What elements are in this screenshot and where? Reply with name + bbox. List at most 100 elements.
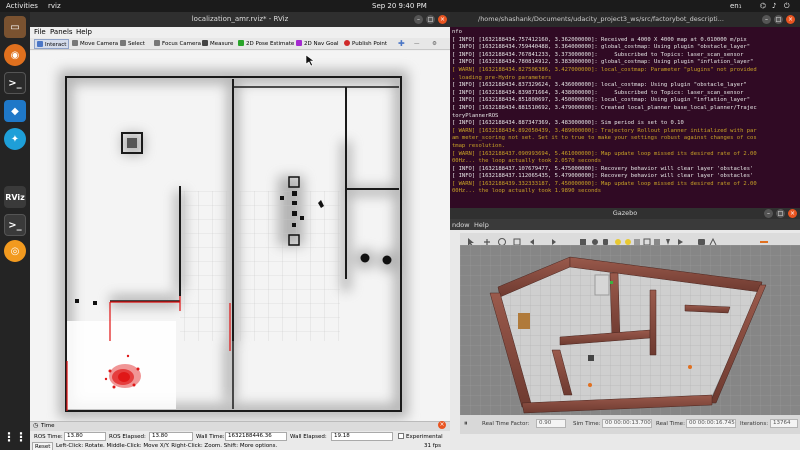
time-panel-header: ◷ Time × xyxy=(30,421,450,431)
dock: ▭ ◉ >_ ◆ ✦ RViz >_ ◎ ⋮⋮ xyxy=(0,12,30,450)
time-panel-title: Time xyxy=(41,423,55,429)
gazebo-minimize-icon[interactable]: – xyxy=(764,209,773,218)
map-grid xyxy=(180,191,340,341)
gazebo-scene[interactable] xyxy=(460,245,800,415)
terminal-window[interactable]: /home/shashank/Documents/udacity_project… xyxy=(450,12,800,208)
sim-time-label: Sim Time: xyxy=(573,421,601,427)
map-canvas[interactable] xyxy=(30,51,450,421)
nav-goal-tool[interactable]: 2D Nav Goal xyxy=(296,39,339,49)
wall-elapsed-field[interactable]: 19.18 xyxy=(331,432,393,441)
plus-icon[interactable]: ✚ xyxy=(398,39,405,49)
shelf-object xyxy=(594,274,610,296)
terminal-output: nfo[ INFO] [1632188434.757412160, 3.3620… xyxy=(452,29,798,196)
terminal-minimize-icon[interactable]: – xyxy=(762,15,771,24)
rviz-titlebar[interactable]: localization_amr.rviz* - RViz – □ × xyxy=(30,12,450,27)
rviz-toolbar: Interact Move Camera Select Focus Camera… xyxy=(30,38,450,50)
terminal-icon[interactable]: >_ xyxy=(4,72,26,94)
gazebo-menubar: ndow Help xyxy=(450,219,800,230)
sim-time-value: 00 00:00:13.700 xyxy=(602,419,652,428)
rviz-title: localization_amr.rviz* - RViz xyxy=(191,15,289,23)
terminal-line: [ WARN] [1632188434.892050439, 3.4890000… xyxy=(452,127,757,134)
clock[interactable]: Sep 20 9:40 PM xyxy=(372,2,427,10)
terminal-window-icon[interactable]: >_ xyxy=(4,214,26,236)
map-viewport[interactable] xyxy=(30,51,450,421)
select-tool[interactable]: Select xyxy=(120,39,145,49)
publish-point-tool[interactable]: Publish Point xyxy=(344,39,387,49)
menu-panels[interactable]: Panels xyxy=(50,28,73,36)
cone-object xyxy=(588,383,592,387)
gazebo-scene-canvas[interactable] xyxy=(460,245,800,415)
clock-icon: ◷ xyxy=(33,422,39,429)
terminal-line: [ INFO] [1632188434.837329624, 3.4360000… xyxy=(452,82,747,89)
terminal-line: toryPlannerROS xyxy=(452,112,499,119)
keyboard-layout-indicator[interactable]: en₁ xyxy=(730,2,742,10)
ros-elapsed-field[interactable]: 13.80 xyxy=(149,432,193,441)
wall-elapsed-label: Wall Elapsed: xyxy=(290,434,327,440)
volume-icon[interactable]: ♪ xyxy=(772,2,776,10)
terminal-line: , loading pre-Hydro parameters xyxy=(452,74,552,81)
rtf-label: Real Time Factor: xyxy=(482,421,530,427)
power-icon[interactable]: ⏻ xyxy=(784,2,790,11)
ros-time-field[interactable]: 13.80 xyxy=(64,432,106,441)
experimental-label: Experimental xyxy=(406,434,443,440)
menu-file[interactable]: File xyxy=(34,28,46,36)
terminal-line: [ INFO] [1632188434.881510692, 3.4790000… xyxy=(452,104,757,111)
pause-icon[interactable]: ⏸ xyxy=(464,419,468,428)
fps-counter: 31 fps xyxy=(424,443,442,449)
gazebo-statusbar: ⏸ Real Time Factor: 0.90 Sim Time: 00 00… xyxy=(460,415,800,434)
time-panel-close-icon[interactable]: × xyxy=(438,421,446,429)
terminal-close-icon[interactable]: × xyxy=(786,15,795,24)
pose-estimate-tool[interactable]: 2D Pose Estimate xyxy=(238,39,294,49)
gazebo-toolbar xyxy=(460,233,800,247)
terminal-line: [ INFO] [1632188437.107679477, 5.4750000… xyxy=(452,165,754,172)
maximize-icon[interactable]: □ xyxy=(426,15,435,24)
real-time-label: Real Time: xyxy=(656,421,685,427)
gazebo-maximize-icon[interactable]: □ xyxy=(776,209,785,218)
settings-icon[interactable]: ✦ xyxy=(4,128,26,150)
menu-help[interactable]: Help xyxy=(76,28,92,36)
terminal-line: [ INFO] [1632188437.112065435, 5.4790000… xyxy=(452,173,754,180)
move-camera-tool[interactable]: Move Camera xyxy=(72,39,118,49)
reset-button[interactable]: Reset xyxy=(32,442,54,450)
cone-object-2 xyxy=(688,365,692,369)
minimize-icon[interactable]: – xyxy=(414,15,423,24)
terminal-line: 00Hz... the loop actually took 1.9890 se… xyxy=(452,188,602,195)
firefox-icon[interactable]: ◉ xyxy=(4,44,26,66)
app-menu-rviz[interactable]: rviz xyxy=(48,2,61,10)
close-icon[interactable]: × xyxy=(438,15,447,24)
terminal-line: nfo xyxy=(452,29,462,35)
vscode-icon[interactable]: ◆ xyxy=(4,100,26,122)
gz-menu-window[interactable]: ndow xyxy=(452,221,470,229)
network-icon[interactable]: ⌬ xyxy=(760,2,766,10)
iterations-value: 13764 xyxy=(770,419,798,428)
activities-button[interactable]: Activities xyxy=(6,2,38,10)
rviz-icon[interactable]: RViz xyxy=(4,186,26,208)
rviz-menubar: File Panels Help xyxy=(30,27,450,38)
show-apps-icon[interactable]: ⋮⋮ xyxy=(3,426,27,448)
gazebo-titlebar[interactable]: Gazebo – □ × xyxy=(450,208,800,219)
nav-goal-icon xyxy=(296,40,302,46)
wall-time-field[interactable]: 1632188446.36 xyxy=(225,432,287,441)
ros-time-label: ROS Time: xyxy=(34,434,63,440)
ros-elapsed-label: ROS Elapsed: xyxy=(109,434,146,440)
terminal-line: am meter_scoring not set. Set it to true… xyxy=(452,135,757,142)
terminal-line: [ INFO] [1632188434.757412160, 3.3620000… xyxy=(452,36,747,43)
gazebo-icon[interactable]: ◎ xyxy=(4,240,26,262)
focus-camera-tool[interactable]: Focus Camera xyxy=(154,39,201,49)
interact-icon xyxy=(37,41,43,47)
experimental-checkbox[interactable] xyxy=(398,433,404,439)
box-object xyxy=(518,313,530,329)
pose-estimate-icon xyxy=(238,40,244,46)
files-icon[interactable]: ▭ xyxy=(4,16,26,38)
terminal-titlebar[interactable]: /home/shashank/Documents/udacity_project… xyxy=(450,12,800,27)
gazebo-close-icon[interactable]: × xyxy=(788,209,797,218)
measure-icon xyxy=(202,40,208,46)
minus-icon[interactable]: — xyxy=(414,39,420,49)
interact-tool[interactable]: Interact xyxy=(34,39,70,49)
move-camera-icon xyxy=(72,40,78,46)
top-bar: Activities rviz Sep 20 9:40 PM en₁ ⌬ ♪ ⏻ xyxy=(0,0,800,12)
terminal-maximize-icon[interactable]: □ xyxy=(774,15,783,24)
settings-icon[interactable]: ⚙ xyxy=(432,39,437,49)
measure-tool[interactable]: Measure xyxy=(202,39,233,49)
gz-menu-help[interactable]: Help xyxy=(474,221,489,229)
